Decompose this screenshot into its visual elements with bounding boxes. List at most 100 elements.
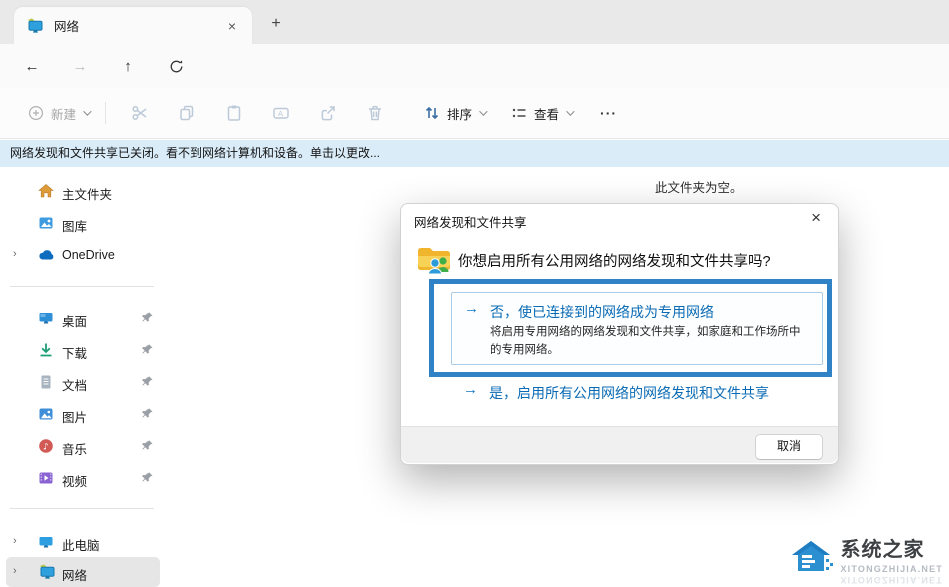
shared-folder-icon — [416, 244, 452, 281]
empty-folder-message: 此文件夹为空。 — [655, 177, 743, 196]
home-icon — [38, 183, 54, 199]
chevron-down-icon — [479, 107, 487, 115]
sidebar-item-documents[interactable]: 文档 — [0, 367, 163, 397]
cancel-button[interactable]: 取消 — [755, 434, 823, 460]
pin-icon — [141, 311, 154, 324]
watermark-site: XITONGZHIJIA.NET — [840, 564, 943, 574]
navigation-pane: 主文件夹 图库 › OneDrive — [0, 167, 163, 587]
sidebar-item-label: 视频 — [62, 471, 87, 490]
sidebar-item-label: OneDrive — [62, 248, 115, 262]
new-button: 新建 — [28, 104, 89, 123]
dialog-title: 网络发现和文件共享 — [414, 212, 527, 231]
sidebar-item-label: 图库 — [62, 216, 87, 235]
copy-button — [163, 96, 210, 130]
file-explorer-window: 网络 × + ← → ↑ — [0, 0, 949, 587]
option-label: 是，启用所有公用网络的网络发现和文件共享 — [489, 383, 769, 403]
up-button[interactable]: ↑ — [114, 54, 142, 80]
view-button[interactable]: 查看 — [511, 104, 572, 123]
arrow-right-icon: → — [464, 300, 479, 317]
xitongzhijia-logo-icon — [788, 533, 834, 577]
pictures-icon — [38, 406, 54, 422]
option-yes-enable-sharing[interactable]: → 是，启用所有公用网络的网络发现和文件共享 — [451, 376, 821, 410]
sort-arrows-icon — [424, 105, 440, 121]
tab-bar: 网络 × + — [0, 0, 949, 44]
watermark-reflection: XITONGZHIJIA.NET — [840, 575, 943, 585]
sidebar-item-label: 音乐 — [62, 439, 87, 458]
new-button-label: 新建 — [51, 104, 76, 123]
pin-icon — [141, 439, 154, 452]
svg-text:A: A — [278, 109, 283, 118]
chevron-down-icon — [83, 107, 91, 115]
view-button-label: 查看 — [534, 104, 559, 123]
close-tab-icon[interactable]: × — [224, 18, 240, 34]
dialog-close-icon[interactable]: × — [805, 207, 827, 229]
watermark-brand: 系统之家 — [840, 533, 943, 562]
pin-icon — [141, 375, 154, 388]
sidebar-item-label: 主文件夹 — [62, 184, 112, 203]
network-icon — [26, 18, 44, 34]
delete-button — [351, 96, 398, 130]
documents-icon — [38, 374, 54, 390]
pin-icon — [141, 407, 154, 420]
gallery-icon — [38, 215, 54, 231]
cut-button — [116, 96, 163, 130]
sidebar-item-label: 此电脑 — [62, 535, 100, 554]
sidebar-item-onedrive[interactable]: › OneDrive — [0, 240, 163, 270]
sidebar-item-videos[interactable]: 视频 — [0, 463, 163, 493]
expand-chevron-icon[interactable]: › — [13, 565, 17, 577]
videos-icon — [38, 470, 54, 486]
dialog-question: 你想启用所有公用网络的网络发现和文件共享吗? — [458, 250, 823, 271]
downloads-icon — [38, 342, 54, 358]
sidebar-item-label: 网络 — [62, 565, 87, 584]
back-button[interactable]: ← — [18, 54, 46, 80]
sidebar-item-downloads[interactable]: 下载 — [0, 335, 163, 365]
see-more-button[interactable]: ··· — [600, 105, 617, 121]
command-toolbar: 新建 A — [0, 88, 949, 139]
sidebar-item-network[interactable]: › 网络 — [0, 557, 163, 587]
refresh-button[interactable] — [162, 54, 190, 80]
pin-icon — [141, 343, 154, 356]
toolbar-divider — [105, 102, 106, 124]
dialog-footer: 取消 — [401, 426, 838, 463]
tab-network[interactable]: 网络 × — [14, 7, 252, 44]
network-icon — [38, 564, 56, 580]
expand-chevron-icon[interactable]: › — [13, 248, 17, 260]
forward-button: → — [66, 54, 94, 80]
paste-button — [210, 96, 257, 130]
pin-icon — [141, 471, 154, 484]
sidebar-item-this-pc[interactable]: › 此电脑 — [0, 527, 163, 557]
navigation-bar: ← → ↑ › 网络 — [0, 44, 949, 88]
plus-circle-icon — [28, 105, 44, 121]
network-discovery-dialog: 网络发现和文件共享 × 你想启用所有公用网络的网络发现和文件共享吗? → 否，使… — [400, 203, 839, 465]
sort-button-label: 排序 — [447, 104, 472, 123]
sidebar-item-desktop[interactable]: 桌面 — [0, 303, 163, 333]
sidebar-item-label: 下载 — [62, 343, 87, 362]
sidebar-item-home[interactable]: 主文件夹 — [0, 176, 163, 206]
svg-text:♪: ♪ — [43, 443, 49, 453]
chevron-down-icon — [566, 107, 574, 115]
network-discovery-banner[interactable]: 网络发现和文件共享已关闭。看不到网络计算机和设备。单击以更改... — [0, 140, 949, 167]
sort-button[interactable]: 排序 — [424, 104, 485, 123]
view-list-icon — [511, 105, 527, 121]
sidebar-item-music[interactable]: ♪ 音乐 — [0, 431, 163, 461]
option-no-private-network[interactable]: → 否，使已连接到的网络成为专用网络 将启用专用网络的网络发现和文件共享，如家庭… — [451, 292, 823, 365]
site-watermark: 系统之家 XITONGZHIJIA.NET XITONGZHIJIA.NET — [788, 533, 943, 585]
onedrive-icon — [38, 247, 55, 263]
desktop-icon — [38, 310, 54, 326]
share-button — [304, 96, 351, 130]
sidebar-item-pictures[interactable]: 图片 — [0, 399, 163, 429]
sidebar-divider — [10, 508, 154, 509]
rename-button: A — [257, 96, 304, 130]
music-icon: ♪ — [38, 438, 54, 454]
new-tab-button[interactable]: + — [264, 12, 288, 36]
expand-chevron-icon[interactable]: › — [13, 535, 17, 547]
sidebar-item-gallery[interactable]: 图库 — [0, 208, 163, 238]
arrow-right-icon: → — [463, 381, 478, 398]
sidebar-item-label: 桌面 — [62, 311, 87, 330]
sidebar-divider — [10, 286, 154, 287]
option-description: 将启用专用网络的网络发现和文件共享，如家庭和工作场所中的专用网络。 — [490, 324, 808, 360]
sidebar-item-label: 文档 — [62, 375, 87, 394]
option-label: 否，使已连接到的网络成为专用网络 — [490, 302, 714, 322]
this-pc-icon — [38, 534, 54, 550]
tab-title: 网络 — [54, 16, 224, 35]
